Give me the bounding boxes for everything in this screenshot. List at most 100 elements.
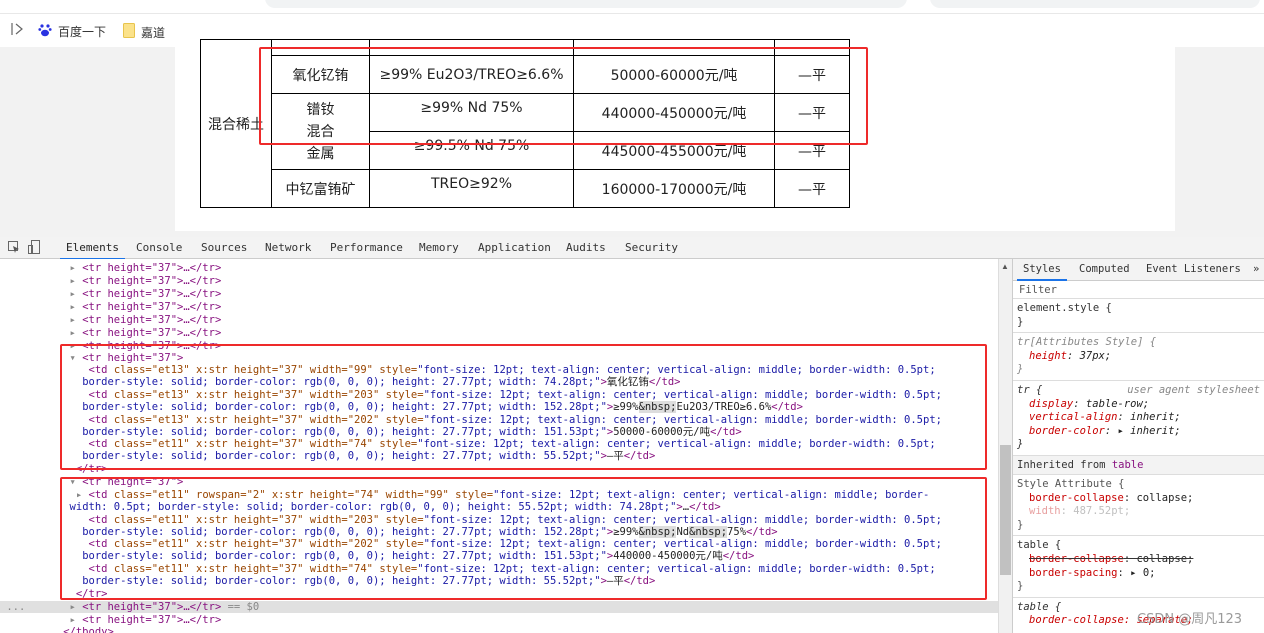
tab-memory[interactable]: Memory [419,241,459,254]
tab-console[interactable]: Console [136,241,182,254]
dom-td[interactable]: <td class="et13" x:str height="37" width… [0,389,998,401]
css-property[interactable]: display: table-row; [1017,398,1260,412]
css-property[interactable]: width: 487.52pt; [1017,505,1260,519]
product-name-cell: 中钇富铕矿 [271,169,370,208]
css-rule-table: table { border-collapse: collapse; borde… [1013,536,1264,598]
inherited-header: Inherited from table [1013,455,1264,475]
elements-scrollbar[interactable]: ▲ [998,259,1012,633]
dom-td[interactable]: <td class="et13" x:str height="37" width… [0,364,998,376]
css-property[interactable]: vertical-align: inherit; [1017,411,1260,425]
tab-sources[interactable]: Sources [201,241,247,254]
styles-filter-input[interactable]: Filter [1013,281,1264,299]
table-cell [774,39,850,56]
address-bar[interactable] [265,0,907,8]
css-property-overridden[interactable]: border-collapse: collapse; [1017,553,1260,567]
name-line: 金属 [306,145,335,162]
rule-selector: Style Attribute { [1017,477,1125,490]
csdn-watermark: CSDN @周凡123 [1137,612,1243,627]
tab-performance[interactable]: Performance [330,241,403,254]
table-row: 镨钕 混合 金属 ≥99% Nd 75% 440000-450000元/吨 —平 [201,93,850,170]
dom-node[interactable]: ▸ <tr height="37">…</tr> [0,262,998,274]
css-property[interactable]: border-spacing: ▸ 0; [1017,567,1260,581]
dom-td[interactable]: ▸ <td class="et11" rowspan="2" x:str hei… [0,489,998,501]
rule-selector: tr[Attributes Style] { [1017,336,1157,349]
scrollbar-thumb[interactable] [1000,445,1011,575]
dom-td-cont: border-style: solid; border-color: rgb(0… [82,401,803,413]
folder-icon [123,23,135,41]
search-box[interactable] [930,0,1260,8]
dom-td[interactable]: <td class="et11" x:str height="37" width… [0,563,998,575]
tab-audits[interactable]: Audits [566,241,606,254]
sidebar-toggle-icon[interactable] [10,21,26,37]
dom-node[interactable]: ▸ <tr height="37">…</tr> [0,614,998,626]
device-toolbar-icon[interactable] [28,240,40,257]
tab-elements[interactable]: Elements [60,241,125,260]
product-name-cell: 镨钕 混合 金属 [271,93,370,170]
trend-cell: —平 [774,131,850,170]
css-property[interactable]: border-collapse: collapse; [1017,492,1260,506]
styles-pane: Styles Computed Event Listeners » Filter… [1012,259,1264,633]
bookmark-folder[interactable]: 嘉道 [123,23,165,41]
dom-node-selected[interactable]: ... ▸ <tr height="37">…</tr> == $0 [0,601,998,614]
inherited-from-link[interactable]: table [1112,459,1144,471]
dom-node[interactable]: ▸ <tr height="37">…</tr> [0,327,998,339]
devtools-tabbar: Elements Console Sources Network Perform… [0,237,1264,260]
page-viewport: 混合稀土 氧化钇铕 ≥99% Eu2O3/TREO≥6.6% 50000-600… [0,39,1264,237]
dom-td-cont: border-style: solid; border-color: rgb(0… [82,550,755,562]
trend-cell: —平 [774,93,850,132]
browser-toolbar [0,0,1264,14]
spec-cell: ≥99% Nd 75% [369,93,574,132]
dom-td-cont: border-style: solid; border-color: rgb(0… [82,426,742,438]
css-property[interactable]: border-color: ▸ inherit; [1017,425,1260,439]
tab-application[interactable]: Application [478,241,551,254]
dom-node-expanded[interactable]: ▾ <tr height="37"> [0,476,998,488]
dom-node-expanded[interactable]: ▾ <tr height="37"> [0,352,998,364]
name-line: 混合 [306,123,335,140]
tab-network[interactable]: Network [265,241,311,254]
tab-event-listeners[interactable]: Event Listeners [1146,263,1241,275]
dom-td[interactable]: <td class="et11" x:str height="37" width… [0,438,998,450]
dom-td[interactable]: <td class="et13" x:str height="37" width… [0,414,998,426]
table-row: 混合稀土 [200,39,850,208]
more-tabs-icon[interactable]: » [1253,263,1259,275]
dom-node[interactable]: ▸ <tr height="37">…</tr> [0,340,998,352]
spec-cell: ≥99.5% Nd 75% [369,131,574,170]
table-cell [573,39,775,56]
css-rule-tr-ua: tr { user agent stylesheet display: tabl… [1013,381,1264,456]
baidu-paw-icon [38,23,52,40]
css-rule-element-style: element.style { } [1013,299,1264,334]
table-cell [271,39,370,56]
tab-styles[interactable]: Styles [1017,263,1067,281]
dom-node[interactable]: ▸ <tr height="37">…</tr> [0,275,998,287]
rule-close: } [1017,438,1024,451]
rare-earth-price-table: 混合稀土 氧化钇铕 ≥99% Eu2O3/TREO≥6.6% 50000-600… [200,39,850,208]
product-name-cell: 氧化钇铕 [271,55,370,94]
rule-close: } [1017,363,1024,376]
dom-td[interactable]: <td class="et11" x:str height="37" width… [0,538,998,550]
dom-node[interactable]: ▸ <tr height="37">…</tr> [0,314,998,326]
trend-cell: —平 [774,169,850,208]
dom-node[interactable]: ▸ <tr height="37">…</tr> [0,288,998,300]
rule-close: } [1017,580,1024,593]
spec-cell: ≥99% Eu2O3/TREO≥6.6% [369,55,574,94]
dom-td-cont: border-style: solid; border-color: rgb(0… [82,526,778,538]
rule-selector: element.style { [1017,302,1112,314]
rule-origin: user agent stylesheet [1127,383,1260,396]
dom-td-cont: border-style: solid; border-color: rgb(0… [82,376,681,388]
tab-computed[interactable]: Computed [1079,263,1130,275]
table-row: 氧化钇铕 ≥99% Eu2O3/TREO≥6.6% 50000-60000元/吨… [201,55,850,94]
inspect-element-icon[interactable] [8,241,20,256]
dom-node[interactable]: ▸ <tr height="37">…</tr> [0,301,998,313]
css-property[interactable]: height: 37px; [1017,350,1260,364]
tab-security[interactable]: Security [625,241,678,254]
dom-td-cont: width: 0.5pt; border-style: solid; borde… [69,501,721,513]
dom-td[interactable]: <td class="et11" x:str height="37" width… [0,514,998,526]
group-cell: 混合稀土 [200,39,272,208]
price-cell: 440000-450000元/吨 [573,93,775,132]
dom-close: </tr> [75,588,108,600]
bookmark-baidu[interactable]: 百度一下 [38,23,106,40]
dom-close: </tr> [75,463,108,475]
scroll-up-arrow-icon[interactable]: ▲ [1001,262,1009,271]
css-rule-attributes: tr[Attributes Style] { height: 37px; } [1013,333,1264,381]
price-cell: 160000-170000元/吨 [573,169,775,208]
